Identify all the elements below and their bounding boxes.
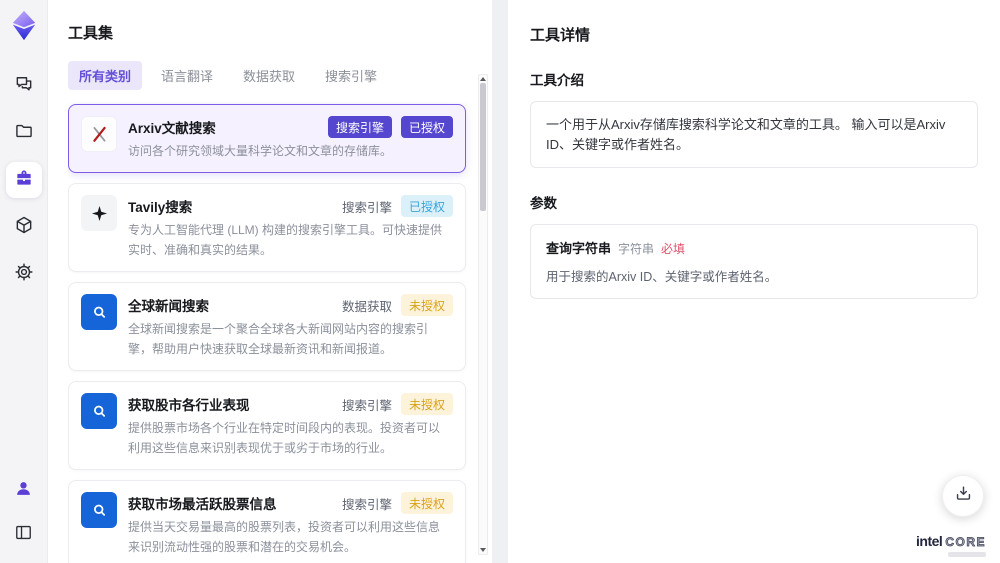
tool-description: 提供当天交易量最高的股票列表，投资者可以利用这些信息来识别流动性强的股票和潜在的… — [128, 520, 441, 554]
search-blue-icon — [81, 492, 117, 529]
params-heading: 参数 — [530, 196, 557, 211]
tool-name: 全球新闻搜索 — [128, 299, 209, 315]
sidebar-nav — [5, 68, 42, 292]
intro-heading: 工具介绍 — [530, 73, 584, 88]
tool-cards-list: Arxiv文献搜索 搜索引擎 已授权 访问各个研究领域大量科学论文和文章的存储库… — [68, 102, 492, 563]
tool-card[interactable]: Tavily搜索 搜索引擎 已授权 专为人工智能代理 (LLM) 构建的搜索引擎… — [68, 183, 466, 273]
cube-icon — [14, 215, 34, 240]
brand-subtext-strip — [948, 552, 986, 557]
folder-icon — [14, 121, 34, 146]
tool-card[interactable]: 全球新闻搜索 数据获取 未授权 全球新闻搜索是一个聚合全球各大新闻网站内容的搜索… — [68, 282, 466, 372]
download-button[interactable] — [942, 475, 984, 517]
tool-category-tag: 搜索引擎 — [327, 116, 392, 138]
parameter-required-badge: 必填 — [661, 242, 686, 256]
app-sidebar — [0, 0, 48, 563]
intel-core-logo: intel core — [916, 533, 986, 549]
category-tabs: 所有类别 语言翻译 数据获取 搜索引擎 — [68, 61, 492, 90]
brand-intel-text: intel — [916, 533, 943, 549]
nav-settings-button[interactable] — [6, 256, 42, 292]
tool-description: 访问各个研究领域大量科学论文和文章的存储库。 — [128, 144, 393, 158]
toolbox-icon — [14, 168, 34, 193]
tool-category-tag: 数据获取 — [341, 299, 392, 314]
nav-toolbox-button[interactable] — [5, 162, 42, 198]
download-icon — [954, 484, 973, 508]
tool-description: 全球新闻搜索是一个聚合全球各大新闻网站内容的搜索引擎，帮助用户快速获取全球最新资… — [128, 322, 429, 356]
nav-chat-button[interactable] — [6, 68, 42, 104]
tool-name: Tavily搜索 — [128, 200, 193, 216]
tool-category-tag: 搜索引擎 — [341, 497, 392, 512]
parameter-description: 用于搜索的Arxiv ID、关键字或作者姓名。 — [546, 270, 778, 284]
category-tab-1[interactable]: 所有类别 — [68, 61, 143, 90]
parameter-type: 字符串 — [618, 242, 655, 256]
tool-status-badge: 未授权 — [400, 393, 453, 416]
gear-icon — [14, 262, 34, 287]
nav-folder-button[interactable] — [6, 115, 42, 151]
category-tab-3[interactable]: 数据获取 — [232, 61, 306, 90]
scroll-down-arrow-icon[interactable] — [480, 548, 486, 552]
list-scrollbar[interactable] — [478, 74, 488, 555]
tool-name: 获取股市各行业表现 — [128, 398, 250, 414]
user-icon — [14, 479, 33, 503]
brand-core-text: core — [945, 535, 986, 550]
nav-panel-toggle-button[interactable] — [6, 517, 42, 553]
tool-card[interactable]: Arxiv文献搜索 搜索引擎 已授权 访问各个研究领域大量科学论文和文章的存储库… — [68, 104, 466, 174]
tool-description: 提供股票市场各个行业在特定时间段内的表现。投资者可以利用这些信息来识别表现优于或… — [128, 421, 441, 455]
tool-name: 获取市场最活跃股票信息 — [128, 497, 277, 513]
nav-user-button[interactable] — [6, 473, 42, 509]
tool-status-badge: 未授权 — [400, 492, 453, 515]
detail-title: 工具详情 — [530, 27, 591, 44]
nav-cube-button[interactable] — [6, 209, 42, 245]
search-blue-icon — [81, 393, 117, 430]
tavily-icon — [81, 195, 117, 232]
tool-category-tag: 搜索引擎 — [341, 398, 392, 413]
tool-card[interactable]: 获取市场最活跃股票信息 搜索引擎 未授权 提供当天交易量最高的股票列表，投资者可… — [68, 480, 466, 563]
scrollbar-thumb[interactable] — [480, 83, 486, 211]
category-tab-4[interactable]: 搜索引擎 — [314, 61, 388, 90]
app-logo-icon — [9, 8, 39, 42]
tool-list-panel: 工具集 所有类别 语言翻译 数据获取 搜索引擎 Arxiv文献搜索 搜索引擎 已授权 … — [48, 0, 492, 563]
chat-icon — [14, 74, 34, 99]
tool-description: 专为人工智能代理 (LLM) 构建的搜索引擎工具。可快速提供实时、准确和真实的结… — [128, 223, 443, 257]
tool-category-tag: 搜索引擎 — [341, 200, 392, 215]
arxiv-icon — [81, 116, 117, 152]
tool-card[interactable]: 获取股市各行业表现 搜索引擎 未授权 提供股票市场各个行业在特定时间段内的表现。… — [68, 381, 466, 471]
page-title: 工具集 — [68, 25, 114, 42]
tool-status-badge: 未授权 — [400, 294, 453, 317]
tool-status-badge: 已授权 — [400, 116, 453, 138]
sidebar-bottom — [6, 473, 42, 553]
tool-name: Arxiv文献搜索 — [128, 121, 216, 136]
search-blue-icon — [81, 294, 117, 331]
tool-status-badge: 已授权 — [400, 195, 453, 218]
intro-box: 一个用于从Arxiv存储库搜索科学论文和文章的工具。 输入可以是Arxiv ID… — [530, 101, 978, 168]
category-tab-2[interactable]: 语言翻译 — [150, 61, 224, 90]
parameter-header: 查询字符串 字符串 必填 — [546, 238, 962, 257]
scroll-up-arrow-icon[interactable] — [480, 77, 486, 81]
parameter-box: 查询字符串 字符串 必填 用于搜索的Arxiv ID、关键字或作者姓名。 — [530, 224, 978, 299]
tool-detail-panel: 工具详情 工具介绍 一个用于从Arxiv存储库搜索科学论文和文章的工具。 输入可… — [508, 0, 1000, 563]
panel-toggle-icon — [14, 523, 33, 547]
parameter-name: 查询字符串 — [546, 241, 612, 256]
